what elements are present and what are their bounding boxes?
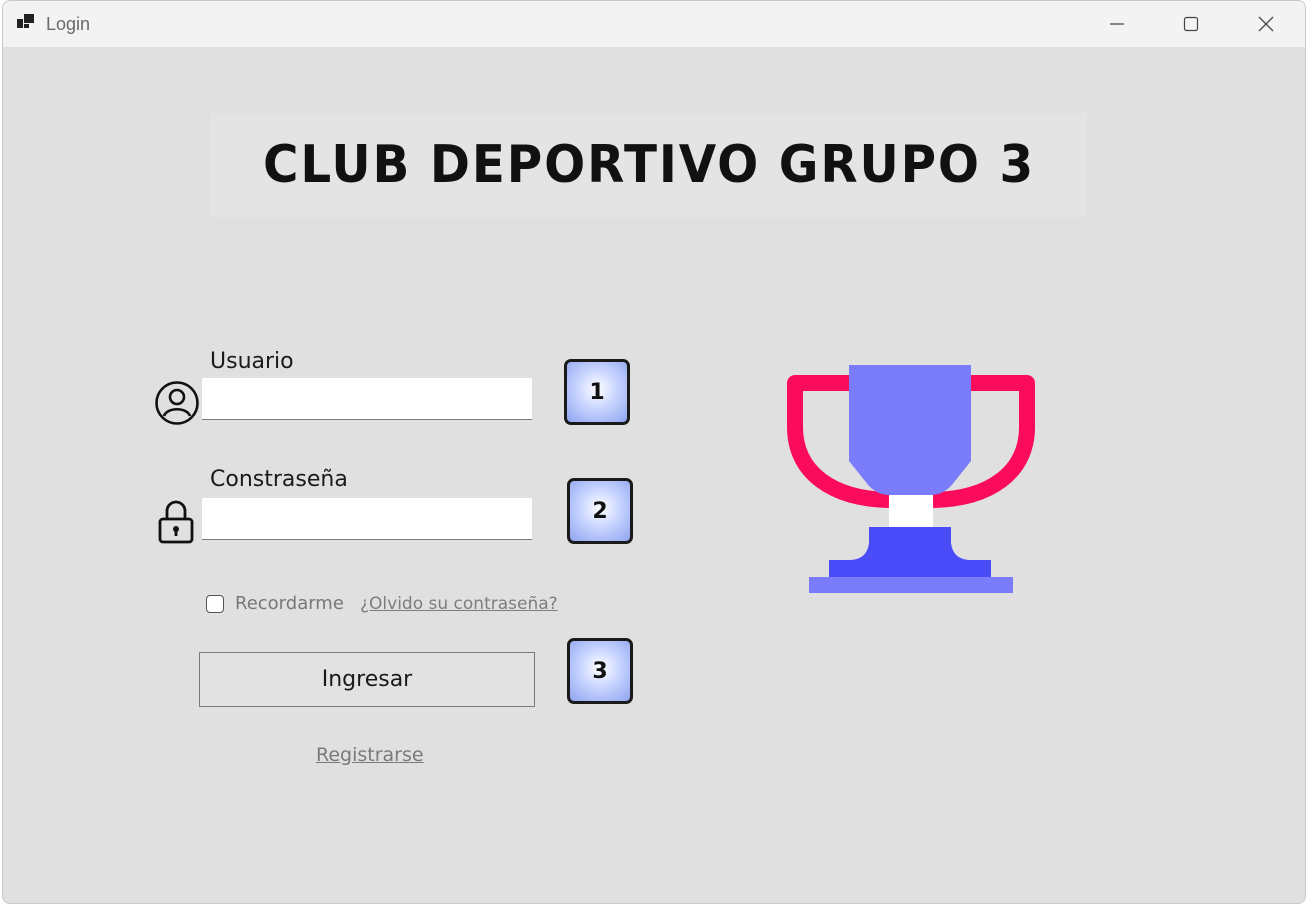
lock-icon (156, 499, 196, 550)
register-link[interactable]: Registrarse (316, 744, 424, 766)
client-area: CLUB DEPORTIVO GRUPO 3 Usuario 1 Constra… (3, 47, 1305, 903)
username-label: Usuario (210, 349, 294, 374)
trophy-icon (785, 363, 1037, 600)
remember-checkbox[interactable] (206, 594, 224, 613)
forgot-password-link[interactable]: ¿Olvido su contraseña? (360, 594, 558, 614)
step-badge-2: 2 (567, 478, 633, 544)
remember-label[interactable]: Recordarme (235, 593, 344, 614)
step-badge-3: 3 (567, 638, 633, 704)
login-window: Login CLUB DEPORTIVO GRUPO 3 Usuario 1 C… (2, 0, 1306, 904)
password-input[interactable] (202, 498, 532, 540)
step-badge-1: 1 (564, 359, 630, 425)
app-window-icon (17, 14, 35, 32)
close-button[interactable] (1236, 1, 1296, 47)
window-title: Login (46, 14, 91, 34)
login-button[interactable]: Ingresar (199, 652, 535, 707)
close-icon (1258, 16, 1274, 32)
club-title: CLUB DEPORTIVO GRUPO 3 (262, 135, 1036, 195)
password-label: Constraseña (210, 467, 348, 492)
user-circle-icon (154, 380, 200, 431)
remember-me[interactable]: Recordarme (206, 593, 344, 614)
maximize-button[interactable] (1161, 1, 1221, 47)
club-banner: CLUB DEPORTIVO GRUPO 3 (211, 113, 1087, 217)
minimize-icon (1110, 23, 1124, 25)
maximize-icon (1183, 16, 1199, 32)
username-input[interactable] (202, 378, 532, 420)
minimize-button[interactable] (1087, 1, 1147, 47)
title-bar[interactable]: Login (3, 1, 1305, 47)
